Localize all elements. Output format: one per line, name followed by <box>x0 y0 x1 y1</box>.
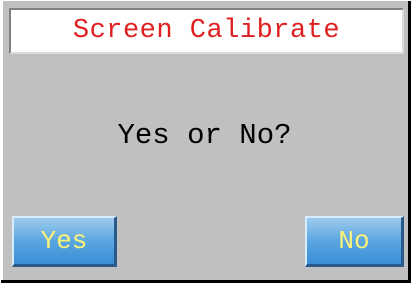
no-button[interactable]: No <box>305 216 404 267</box>
calibration-dialog: Screen Calibrate Yes or No? Yes No <box>1 1 411 283</box>
yes-button[interactable]: Yes <box>12 216 117 267</box>
dialog-title-bar: Screen Calibrate <box>9 8 404 54</box>
dialog-question: Yes or No? <box>117 119 292 152</box>
dialog-title: Screen Calibrate <box>72 16 341 46</box>
